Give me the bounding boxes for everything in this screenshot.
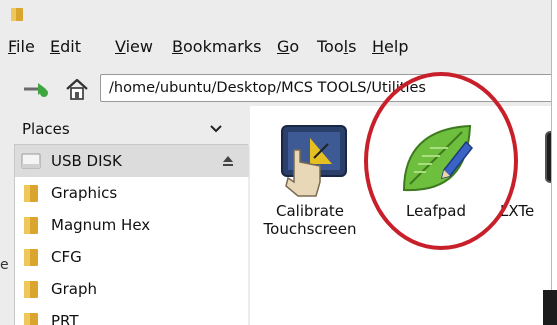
file-item-calibrate-touchscreen[interactable]: Calibrate Touchscreen [250,106,370,256]
dark-corner-mark [543,290,557,325]
calibrate-touchscreen-icon [281,125,347,197]
place-item-usb-disk[interactable]: USB DISK [15,145,249,177]
stray-text: e [0,257,9,273]
place-item-graph[interactable]: Graph [15,273,249,305]
eject-icon[interactable] [221,154,235,168]
place-item-graphics[interactable]: Graphics [15,177,249,209]
place-label: Graphics [51,184,118,202]
side-pane: Places USB DISK Graphics Magnum Hex CFG … [0,114,249,325]
chevron-down-icon[interactable] [210,125,222,133]
home-icon[interactable] [64,76,90,102]
forward-arrow-icon[interactable] [22,80,50,98]
menu-edit[interactable]: Edit [50,38,81,56]
lxterminal-icon [545,131,551,183]
menu-help[interactable]: Help [372,38,408,56]
menu-go[interactable]: Go [277,38,299,56]
place-label: USB DISK [51,152,122,170]
places-header-label: Places [22,120,70,138]
place-label: Magnum Hex [51,216,151,234]
title-bar [0,0,551,28]
place-label: PRT [51,312,79,325]
folder-icon [11,8,23,21]
folder-icon [24,217,38,234]
place-label: CFG [51,248,82,266]
menu-file[interactable]: File [8,38,35,56]
place-item-cfg[interactable]: CFG [15,241,249,273]
folder-icon [24,281,38,298]
menu-bookmarks[interactable]: Bookmarks [172,38,261,56]
menu-tools[interactable]: Tools [317,38,356,56]
menu-bar: File Edit View Bookmarks Go Tools Help [0,34,551,60]
file-manager-window: File Edit View Bookmarks Go Tools Help /… [0,0,552,325]
file-label: Calibrate Touchscreen [263,202,357,238]
folder-icon [24,313,38,325]
menu-view[interactable]: View [115,38,153,56]
place-label: Graph [51,280,98,298]
folder-icon [24,185,38,202]
highlight-circle [364,72,518,250]
folder-icon [24,249,38,266]
place-item-prt[interactable]: PRT [15,305,249,325]
place-item-magnum-hex[interactable]: Magnum Hex [15,209,249,241]
places-list: USB DISK Graphics Magnum Hex CFG Graph P… [14,144,249,325]
usb-drive-icon [21,153,41,169]
